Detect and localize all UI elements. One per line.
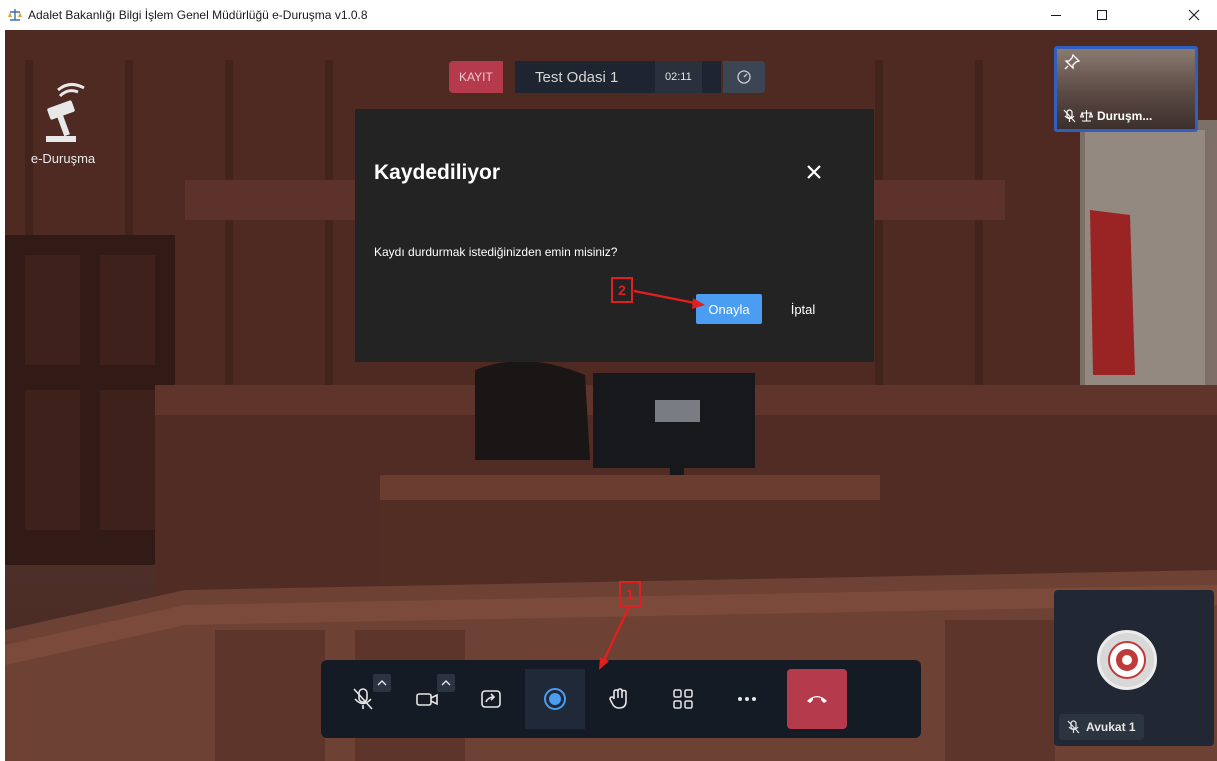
- maximize-icon: [1097, 10, 1107, 20]
- title-bar: Adalet Bakanlığı Bilgi İşlem Genel Müdür…: [0, 0, 1217, 30]
- video-stage: e-Duruşma KAYIT Test Odasi 1 02:11 Duruş…: [5, 30, 1217, 761]
- close-window-button[interactable]: [1171, 0, 1217, 30]
- annotation-arrows: [599, 289, 705, 670]
- maximize-button[interactable]: [1079, 0, 1125, 30]
- annotation-step-2: 2: [611, 277, 633, 303]
- close-icon: [1188, 9, 1200, 21]
- minimize-icon: [1051, 15, 1061, 16]
- scales-icon: [8, 9, 22, 21]
- minimize-button[interactable]: [1033, 0, 1079, 30]
- annotation-step-1: 1: [619, 581, 641, 607]
- window-title: Adalet Bakanlığı Bilgi İşlem Genel Müdür…: [28, 8, 368, 22]
